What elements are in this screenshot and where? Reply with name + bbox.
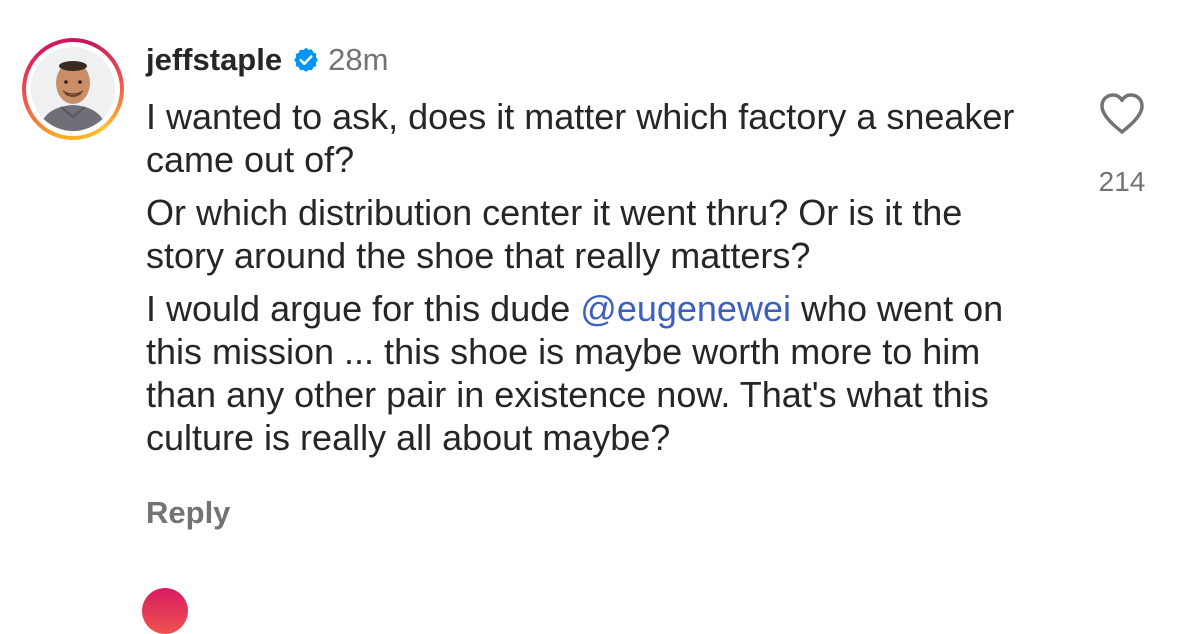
comment-header: jeffstaple 28m [146, 40, 388, 80]
comment-text-segment: I would argue for this dude [146, 288, 581, 329]
comment-text: I wanted to ask, does it matter which fa… [146, 95, 1046, 469]
like-count: 214 [1098, 166, 1146, 197]
timestamp: 28m [328, 42, 389, 77]
comment-paragraph: I wanted to ask, does it matter which fa… [146, 96, 1015, 180]
reply-button[interactable]: Reply [146, 495, 230, 531]
avatar[interactable] [31, 47, 115, 131]
username[interactable]: jeffstaple [146, 42, 282, 78]
heart-outline-icon[interactable] [1098, 92, 1146, 136]
verified-badge-icon [292, 46, 320, 74]
comment-paragraph: I would argue for this dude @eugenewei w… [146, 287, 1046, 459]
avatar-image [31, 47, 115, 131]
mention-link[interactable]: @eugenewei [580, 288, 791, 329]
story-ring[interactable] [22, 38, 124, 140]
comment-paragraph: Or which distribution center it went thr… [146, 192, 963, 276]
